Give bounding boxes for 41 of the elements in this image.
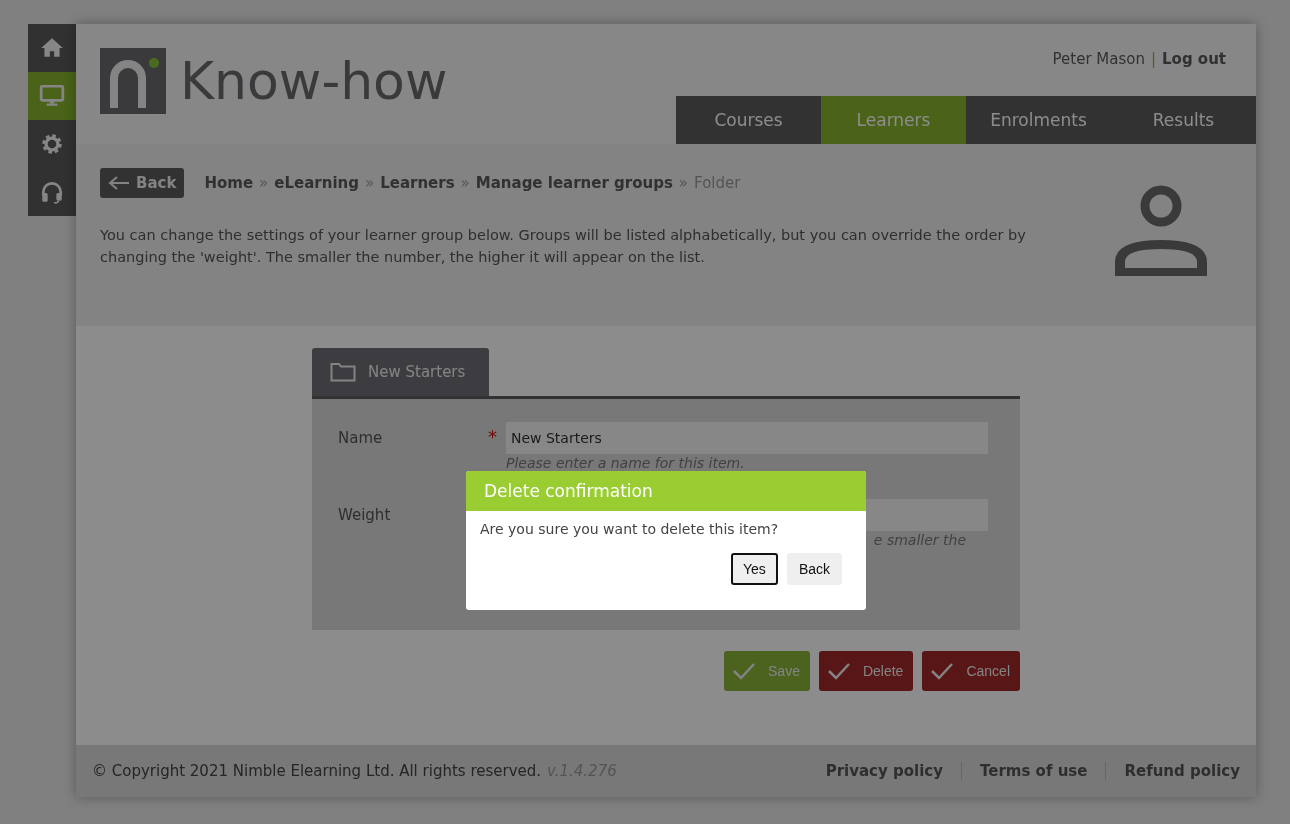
footer-link[interactable]: Refund policy	[1105, 762, 1240, 780]
check-icon	[826, 661, 851, 681]
breadcrumb-separator: »	[259, 174, 269, 192]
breadcrumb-link[interactable]: eLearning	[274, 174, 359, 192]
arrow-left-icon	[108, 176, 130, 190]
form-tab-label: New Starters	[368, 363, 466, 381]
breadcrumb-separator: »	[460, 174, 470, 192]
breadcrumb-link[interactable]: Learners	[380, 174, 455, 192]
dialog-title: Delete confirmation	[466, 471, 866, 511]
back-button[interactable]: Back	[100, 168, 185, 198]
logo-text: Know-how	[180, 55, 448, 107]
user-name: Peter Mason	[1052, 50, 1145, 68]
nav-tab[interactable]: Courses	[676, 96, 821, 144]
nav-tab[interactable]: Enrolments	[966, 96, 1111, 144]
dialog-button[interactable]: Yes	[731, 553, 778, 585]
breadcrumb-link[interactable]: Home	[204, 174, 254, 192]
check-icon	[930, 661, 955, 681]
breadcrumb-link[interactable]: Manage learner groups	[475, 174, 673, 192]
headset-icon	[39, 179, 65, 205]
dialog-button[interactable]: Back	[786, 553, 842, 585]
dialog-message: Are you sure you want to delete this item?	[480, 521, 779, 537]
logout-link[interactable]: Log out	[1162, 50, 1226, 68]
intro-text: You can change the settings of your learner group below. Groups will be listed alphabetically, but you can override the order by changing the 'weight'. The smaller the number, the higher it will appear on the list.	[100, 226, 1027, 267]
save-button[interactable]: Save	[724, 651, 810, 691]
monitor-icon	[39, 83, 65, 109]
breadcrumb-separator: »	[364, 174, 375, 192]
breadcrumb-separator: »	[678, 174, 689, 192]
action-button[interactable]: Delete	[818, 651, 914, 691]
settings-icon	[39, 131, 65, 157]
logo-icon	[100, 48, 166, 114]
required-mark: *	[488, 426, 497, 447]
action-button[interactable]: Cancel	[922, 651, 1020, 691]
check-icon	[732, 661, 756, 681]
separator: |	[1150, 50, 1156, 68]
form-tab[interactable]: New Starters	[312, 348, 489, 396]
nav-tab[interactable]: Results	[1111, 96, 1256, 144]
folder-icon	[330, 362, 356, 382]
text-input[interactable]: New Starters	[506, 422, 988, 454]
footer-link[interactable]: Privacy policy	[807, 762, 961, 780]
field-label: Name	[338, 428, 384, 449]
footer-link[interactable]: Terms of use	[961, 762, 1106, 780]
